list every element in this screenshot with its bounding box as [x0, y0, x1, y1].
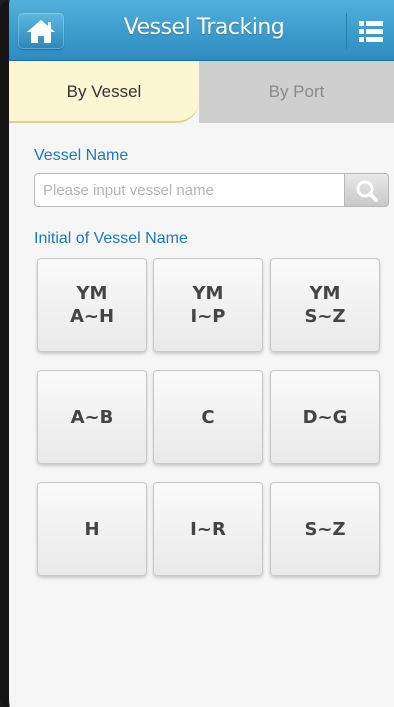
initial-button-d-g[interactable]: D~G [270, 370, 380, 464]
search-button[interactable] [345, 173, 389, 207]
initial-button-c[interactable]: C [153, 370, 263, 464]
initial-button-a-b[interactable]: A~B [37, 370, 147, 464]
list-menu-icon [359, 21, 383, 42]
initial-label: Initial of Vessel Name [34, 230, 188, 247]
tab-by-port[interactable]: By Port [199, 61, 394, 123]
menu-button[interactable] [346, 13, 392, 49]
initial-button-line1: YM [309, 283, 341, 304]
top-bar: Vessel Tracking [9, 0, 394, 61]
initial-button-h[interactable]: H [37, 482, 147, 576]
initial-button-line1: YM [76, 283, 108, 304]
initial-button-ym-i-p[interactable]: YM I~P [153, 258, 263, 352]
vessel-search [34, 173, 389, 207]
initial-button-s-z[interactable]: S~Z [270, 482, 380, 576]
vessel-name-label: Vessel Name [34, 147, 129, 164]
tab-bar: By Vessel By Port [9, 61, 394, 123]
search-icon [356, 180, 378, 202]
initial-button-ym-s-z[interactable]: YM S~Z [270, 258, 380, 352]
initial-button-line2: I~P [190, 306, 226, 327]
initial-button-label: I~R [190, 518, 226, 540]
initial-button-i-r[interactable]: I~R [153, 482, 263, 576]
initial-button-line2: A~H [69, 306, 115, 327]
initial-button-label: D~G [302, 406, 348, 428]
initial-button-label: A~B [70, 406, 114, 428]
tab-by-vessel[interactable]: By Vessel [9, 61, 199, 123]
page-title: Vessel Tracking [123, 15, 285, 40]
initial-button-label: H [84, 518, 100, 540]
app-screen: Vessel Tracking By Vessel By Port Vessel… [0, 0, 394, 707]
initial-button-line2: S~Z [304, 306, 346, 327]
home-icon [27, 20, 55, 43]
initial-button-label: C [201, 406, 215, 428]
home-button[interactable] [18, 13, 64, 49]
vessel-name-input[interactable] [34, 173, 345, 207]
initial-button-ym-a-h[interactable]: YM A~H [37, 258, 147, 352]
initial-button-line1: YM [192, 283, 224, 304]
initial-button-label: S~Z [304, 518, 346, 540]
